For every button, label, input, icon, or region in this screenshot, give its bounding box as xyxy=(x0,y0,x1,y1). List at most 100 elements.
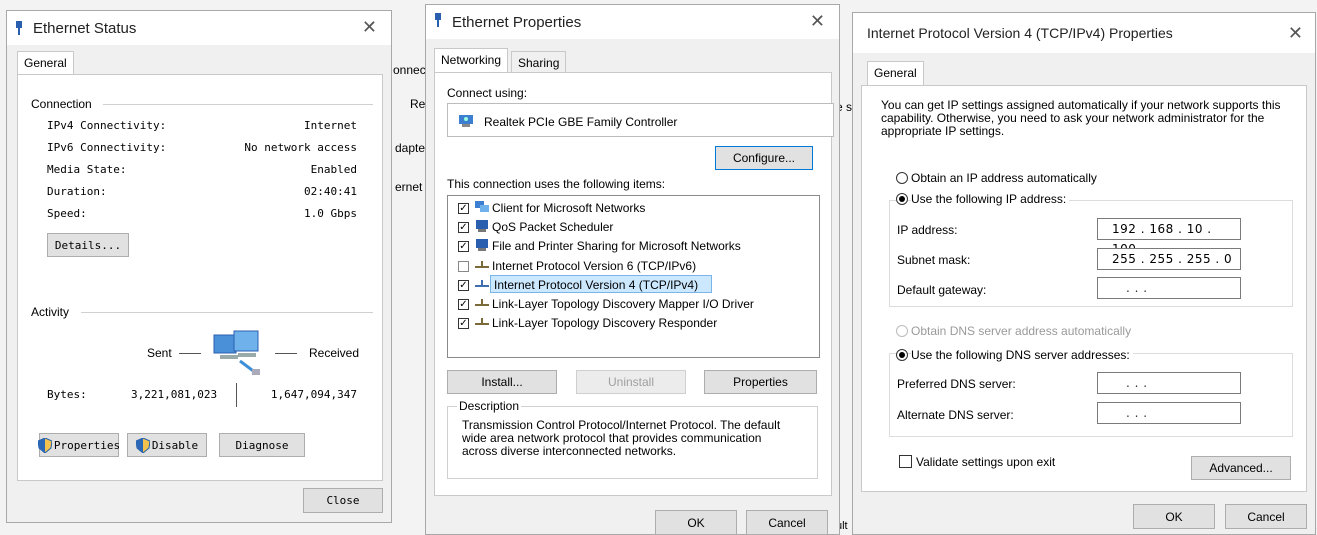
preferred-dns-label: Preferred DNS server: xyxy=(897,377,1016,391)
description-header: Description xyxy=(457,399,522,413)
protocol-icon xyxy=(475,259,489,271)
item-label[interactable]: Client for Microsoft Networks xyxy=(492,201,645,215)
default-gateway-field[interactable]: . . . xyxy=(1097,277,1241,299)
shield-icon xyxy=(135,436,151,454)
tab-networking[interactable]: Networking xyxy=(434,48,509,73)
alternate-dns-label: Alternate DNS server: xyxy=(897,408,1014,422)
close-button[interactable]: Close xyxy=(303,488,383,513)
protocol-icon xyxy=(475,278,489,290)
bytes-label: Bytes: xyxy=(47,388,87,401)
use-following-dns-label[interactable]: Use the following DNS server addresses: xyxy=(911,348,1133,362)
shield-icon xyxy=(37,436,53,454)
alternate-dns-field[interactable]: . . . xyxy=(1097,402,1241,424)
sent-label: Sent xyxy=(147,346,172,360)
items-list[interactable]: ✓ Client for Microsoft Networks ✓ QoS Pa… xyxy=(447,195,820,358)
activity-header: Activity xyxy=(31,305,70,319)
divider xyxy=(179,353,201,354)
ethernet-status-window: Ethernet Status ✕ General Connection IPv… xyxy=(6,10,392,523)
item-checkbox[interactable]: ✓ xyxy=(458,280,469,291)
items-label: This connection uses the following items… xyxy=(447,177,666,191)
uninstall-button: Uninstall xyxy=(576,370,686,394)
validate-label[interactable]: Validate settings upon exit xyxy=(916,455,1055,469)
diagnose-button[interactable]: Diagnose xyxy=(219,433,305,457)
item-checkbox[interactable]: ✓ xyxy=(458,203,469,214)
bytes-received: 1,647,094,347 xyxy=(270,388,357,401)
row-value: Enabled xyxy=(310,163,357,176)
divider xyxy=(275,353,297,354)
item-checkbox[interactable]: ✓ xyxy=(458,318,469,329)
divider xyxy=(103,104,373,105)
network-adapter-icon xyxy=(434,13,442,27)
window-title: Internet Protocol Version 4 (TCP/IPv4) P… xyxy=(867,25,1173,41)
bg-fragment-2: Re xyxy=(410,97,426,111)
ipv4-titlebar: Internet Protocol Version 4 (TCP/IPv4) P… xyxy=(853,13,1315,53)
row-label: Speed: xyxy=(47,207,87,220)
adapter-field: Realtek PCIe GBE Family Controller xyxy=(447,103,834,137)
dns-group xyxy=(889,353,1293,437)
item-label-selected[interactable]: Internet Protocol Version 4 (TCP/IPv4) xyxy=(494,278,698,292)
status-titlebar: Ethernet Status ✕ xyxy=(7,11,391,45)
validate-checkbox[interactable] xyxy=(899,455,912,468)
close-icon[interactable]: ✕ xyxy=(1288,23,1303,44)
ipv4-properties-window: Internet Protocol Version 4 (TCP/IPv4) P… xyxy=(852,12,1316,535)
item-checkbox[interactable]: ✓ xyxy=(458,241,469,252)
ip-address-field[interactable]: 192 . 168 . 10 . 100 xyxy=(1097,218,1241,256)
item-label[interactable]: Link-Layer Topology Discovery Responder xyxy=(492,316,717,330)
subnet-mask-label: Subnet mask: xyxy=(897,253,971,267)
ok-button[interactable]: OK xyxy=(655,510,737,535)
description-text: Transmission Control Protocol/Internet P… xyxy=(462,418,781,458)
item-checkbox[interactable]: ✓ xyxy=(458,299,469,310)
preferred-dns-field[interactable]: . . . xyxy=(1097,372,1241,394)
use-following-dns-radio[interactable] xyxy=(896,349,908,361)
bg-fragment-4: ernet xyxy=(395,180,423,194)
connect-using-label: Connect using: xyxy=(447,86,528,100)
bytes-sent: 3,221,081,023 xyxy=(131,388,218,401)
adapter-name: Realtek PCIe GBE Family Controller xyxy=(484,115,678,129)
intro-text: You can get IP settings assigned automat… xyxy=(881,98,1281,138)
item-label[interactable]: Link-Layer Topology Discovery Mapper I/O… xyxy=(492,297,754,311)
disable-button[interactable]: Disable xyxy=(127,433,207,457)
row-label: IPv6 Connectivity: xyxy=(47,141,167,154)
item-label[interactable]: Internet Protocol Version 6 (TCP/IPv6) xyxy=(492,259,696,273)
scheduler-icon xyxy=(475,219,489,232)
properties-button[interactable]: Properties xyxy=(704,370,817,394)
tab-general[interactable]: General xyxy=(17,51,74,75)
tab-general[interactable]: General xyxy=(867,61,924,86)
subnet-mask-field[interactable]: 255 . 255 . 255 . 0 xyxy=(1097,248,1241,270)
row-label: Duration: xyxy=(47,185,107,198)
advanced-button[interactable]: Advanced... xyxy=(1191,456,1291,480)
bytes-divider xyxy=(236,383,237,407)
connection-header: Connection xyxy=(31,97,92,111)
use-following-ip-label[interactable]: Use the following IP address: xyxy=(911,192,1070,206)
use-following-ip-radio[interactable] xyxy=(896,193,908,205)
protocol-icon xyxy=(475,297,489,309)
details-button[interactable]: Details... xyxy=(47,233,129,257)
close-icon[interactable]: ✕ xyxy=(810,11,825,32)
properties-button[interactable]: Properties xyxy=(37,433,121,457)
row-label: IPv4 Connectivity: xyxy=(47,119,167,132)
properties-titlebar: Ethernet Properties ✕ xyxy=(426,5,839,39)
bg-fragment-1: onnec xyxy=(393,63,426,77)
item-label[interactable]: QoS Packet Scheduler xyxy=(492,220,613,234)
item-checkbox[interactable] xyxy=(458,261,469,272)
configure-button[interactable]: Configure... xyxy=(715,146,813,170)
install-button[interactable]: Install... xyxy=(447,370,557,394)
obtain-ip-auto-radio[interactable] xyxy=(896,172,908,184)
row-value: No network access xyxy=(244,141,357,154)
properties-button-label: Properties xyxy=(53,438,121,452)
network-activity-icon xyxy=(212,329,268,382)
received-label: Received xyxy=(309,346,360,360)
item-checkbox[interactable]: ✓ xyxy=(458,222,469,233)
row-value: 02:40:41 xyxy=(304,185,357,198)
cancel-button[interactable]: Cancel xyxy=(1225,504,1307,529)
ethernet-properties-window: Ethernet Properties ✕ Networking Sharing… xyxy=(425,4,840,535)
obtain-ip-auto-label[interactable]: Obtain an IP address automatically xyxy=(911,171,1097,185)
tab-sharing[interactable]: Sharing xyxy=(511,51,567,73)
bg-fragment-3: dapte xyxy=(395,141,426,155)
item-label[interactable]: File and Printer Sharing for Microsoft N… xyxy=(492,239,741,253)
row-value: 1.0 Gbps xyxy=(304,207,357,220)
cancel-button[interactable]: Cancel xyxy=(746,510,828,535)
close-icon[interactable]: ✕ xyxy=(362,17,377,38)
file-sharing-icon xyxy=(475,238,489,251)
ok-button[interactable]: OK xyxy=(1133,504,1215,529)
